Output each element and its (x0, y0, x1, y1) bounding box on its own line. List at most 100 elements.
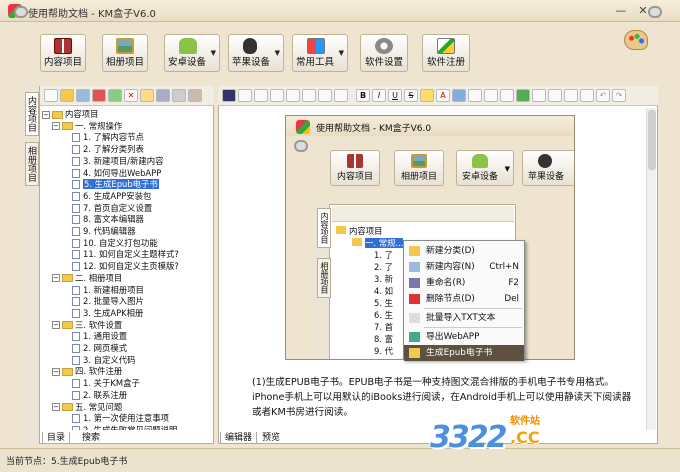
collapse-icon[interactable]: − (42, 110, 50, 119)
export-icon[interactable] (92, 89, 106, 102)
tree-doc-item[interactable]: 3. 生成APK相册 (72, 308, 143, 319)
align-left-icon[interactable] (286, 89, 300, 102)
tree-folder-item[interactable]: − 三. 软件设置 (52, 320, 122, 331)
collapse-icon[interactable]: − (52, 274, 60, 283)
content-project-button[interactable]: 内容项目 (40, 34, 86, 72)
justify-icon[interactable] (334, 89, 348, 102)
side-tab-content[interactable]: 内容项目 (25, 92, 39, 136)
tree-doc-item[interactable]: 1. 通用设置 (72, 331, 127, 342)
underline-icon[interactable]: U (388, 89, 402, 102)
tree-doc-item[interactable]: 2. 了解分类列表 (72, 144, 144, 155)
editor-scrollbar[interactable] (646, 108, 656, 430)
android-device-button[interactable]: 安卓设备 ▼ (164, 34, 220, 72)
tree-doc-item[interactable]: 6. 生成APP安装包 (72, 191, 151, 202)
folder-icon (62, 274, 73, 283)
tab-editor[interactable]: 编辑器 (220, 432, 258, 444)
list-icon[interactable] (484, 89, 498, 102)
tree-doc-item[interactable]: 2. 批量导入图片 (72, 296, 144, 307)
edit-icon[interactable] (108, 89, 122, 102)
side-tab-album[interactable]: 相册项目 (25, 142, 39, 186)
tab-catalog[interactable]: 目录 (42, 432, 71, 444)
minimize-button[interactable]: — (612, 4, 630, 18)
document-icon (72, 355, 80, 365)
tree-folder-item[interactable]: − 五. 常见问题 (52, 402, 122, 413)
indent-icon[interactable] (532, 89, 546, 102)
sound-icon[interactable] (172, 89, 186, 102)
save-icon[interactable] (222, 89, 236, 102)
delete-icon[interactable]: ✕ (124, 89, 138, 102)
tree-doc-item[interactable]: 3. 自定义代码 (72, 355, 136, 366)
collapse-icon[interactable]: − (52, 321, 60, 330)
import-icon[interactable] (76, 89, 90, 102)
insert-image-icon[interactable] (452, 89, 466, 102)
tree-doc-item[interactable]: 7. 首页自定义设置 (72, 203, 152, 214)
align-right-icon[interactable] (318, 89, 332, 102)
embedded-album-button: 相册项目 (394, 150, 444, 186)
tree-doc-item[interactable]: 2. 联系注册 (72, 390, 127, 401)
link-icon[interactable] (188, 89, 202, 102)
new-doc-icon[interactable] (44, 89, 58, 102)
tree-doc-item[interactable]: 3. 新建项目/新建内容 (72, 156, 163, 167)
close-button[interactable]: ✕ (634, 4, 652, 18)
strike-icon[interactable]: S (404, 89, 418, 102)
numbered-list-icon[interactable] (500, 89, 514, 102)
album-project-button[interactable]: 相册项目 (102, 34, 148, 72)
tree-doc-item[interactable]: 8. 富文本编辑器 (72, 214, 144, 225)
tree-doc-item[interactable]: 1. 了解内容节点 (72, 132, 144, 143)
button-label: 相册项目 (105, 57, 144, 68)
collapse-icon[interactable]: − (52, 367, 60, 376)
tree-doc-item[interactable]: 2. 网页模式 (72, 343, 127, 354)
tree-doc-item[interactable]: 2. 生成失败常见问题说明 (72, 425, 177, 430)
scrollbar-thumb[interactable] (648, 110, 656, 170)
italic-icon[interactable]: I (372, 89, 386, 102)
tree-folder-item[interactable]: − 二. 相册项目 (52, 273, 122, 284)
align-center-icon[interactable] (302, 89, 316, 102)
outdent-icon[interactable] (548, 89, 562, 102)
button-label: 苹果设备 (527, 172, 564, 182)
theme-palette-icon[interactable] (624, 30, 648, 50)
document-icon (72, 180, 80, 190)
bold-icon[interactable]: B (356, 89, 370, 102)
find-icon[interactable] (254, 89, 268, 102)
folder-icon (62, 321, 73, 330)
properties-icon[interactable] (140, 89, 154, 102)
tree-doc-item[interactable]: 12. 如何自定义主页模版? (72, 261, 179, 272)
highlight-icon[interactable] (420, 89, 434, 102)
paste-icon[interactable] (270, 89, 284, 102)
tree-doc-item[interactable]: 1. 关于KM盒子 (72, 378, 140, 389)
tree-doc-item[interactable]: 5. 生成Epub电子书 (72, 179, 159, 190)
common-tools-button[interactable]: 常用工具 ▼ (292, 34, 348, 72)
tree-folder-item[interactable]: − 一. 常规操作 (52, 121, 122, 132)
font-color-icon[interactable]: A (436, 89, 450, 102)
link-icon[interactable] (516, 89, 530, 102)
format-icon[interactable] (564, 89, 578, 102)
watermark-domain: .CC (510, 428, 540, 447)
tab-search[interactable]: 搜索 (78, 432, 104, 444)
collapse-icon[interactable]: − (52, 403, 60, 411)
tree-doc-item[interactable]: 1. 新建相册项目 (72, 285, 144, 296)
clear-format-icon[interactable] (580, 89, 594, 102)
tree-doc-item[interactable]: 1. 第一次使用注意事项 (72, 413, 169, 424)
web-icon[interactable] (156, 89, 170, 102)
apple-device-button[interactable]: 苹果设备 ▼ (228, 34, 284, 72)
folder-icon (62, 403, 73, 411)
status-text: 当前节点：5.生成Epub电子书 (6, 457, 128, 467)
context-menu-item: 新建分类(D) (404, 243, 524, 259)
tree-doc-item[interactable]: 10. 自定义打包功能 (72, 238, 158, 249)
redo-icon[interactable]: ↷ (612, 89, 626, 102)
tree-doc-item[interactable]: 4. 如何导出WebAPP (72, 168, 161, 179)
software-register-button[interactable]: 软件注册 (422, 34, 470, 72)
undo-icon[interactable]: ↶ (596, 89, 610, 102)
tab-preview[interactable]: 预览 (258, 432, 284, 444)
tree-doc-item[interactable]: 9. 代码编辑器 (72, 226, 136, 237)
table-icon[interactable] (468, 89, 482, 102)
picture-icon (411, 154, 427, 168)
tree-root[interactable]: − 内容项目 (42, 109, 99, 120)
embedded-android-button: 安卓设备 ▼ (456, 150, 514, 186)
cut-icon[interactable] (238, 89, 252, 102)
software-settings-button[interactable]: 软件设置 (360, 34, 408, 72)
collapse-icon[interactable]: − (52, 122, 60, 131)
open-folder-icon[interactable] (60, 89, 74, 102)
tree-folder-item[interactable]: − 四. 软件注册 (52, 366, 122, 377)
tree-doc-item[interactable]: 11. 如何自定义主题样式? (72, 249, 179, 260)
